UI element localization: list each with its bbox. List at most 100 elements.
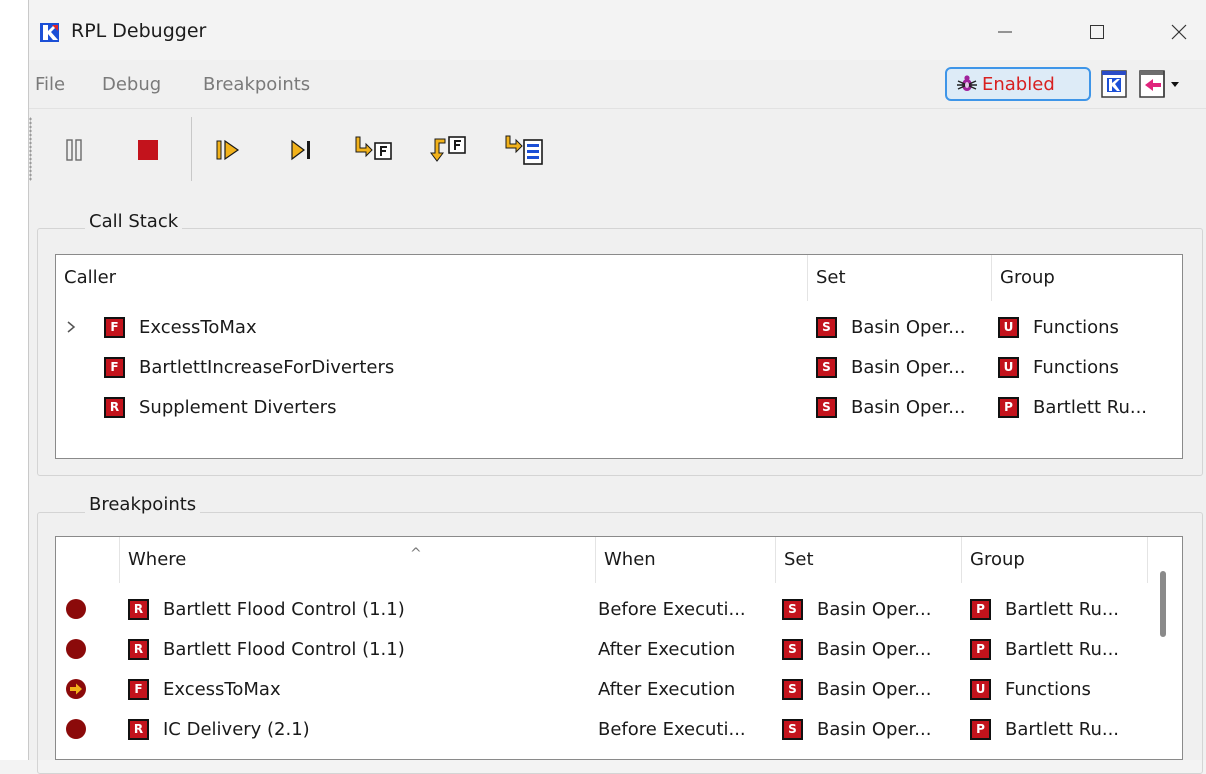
- breakpoint-group: Bartlett Ru...: [1005, 718, 1120, 740]
- stop-icon: [138, 140, 158, 160]
- menu-debug[interactable]: Debug: [102, 74, 161, 95]
- function-icon: F: [104, 316, 125, 338]
- chevron-right-icon[interactable]: [64, 307, 84, 347]
- utility-group-icon: U: [970, 678, 991, 700]
- breakpoints-table: ^ Where When Set Group R Bartlett Flood …: [55, 536, 1183, 760]
- rule-icon: R: [128, 638, 149, 660]
- breakpoint-stop-icon[interactable]: [66, 599, 86, 619]
- breakpoint-set: Basin Oper...: [817, 718, 932, 740]
- maximize-icon: [1090, 25, 1104, 39]
- call-stack-row[interactable]: F ExcessToMax S Basin Oper... U Function…: [56, 307, 1182, 347]
- breakpoint-where: IC Delivery (2.1): [163, 718, 310, 740]
- current-breakpoint-arrow-icon[interactable]: [66, 679, 86, 699]
- breakpoint-when: Before Executi...: [598, 598, 746, 620]
- continue-button[interactable]: [211, 133, 245, 167]
- menu-file[interactable]: File: [35, 74, 65, 95]
- background-edge: [0, 0, 28, 760]
- stop-button[interactable]: [131, 133, 165, 167]
- toolbar-separator: [191, 117, 192, 181]
- breakpoint-set: Basin Oper...: [817, 678, 932, 700]
- step-out-function-button[interactable]: [427, 133, 473, 167]
- close-icon: [1171, 24, 1187, 40]
- sort-ascending-icon: ^: [410, 546, 422, 562]
- function-icon: F: [104, 356, 125, 378]
- group-name: Bartlett Ru...: [1033, 396, 1148, 418]
- breakpoint-row[interactable]: F ExcessToMax After Execution S Basin Op…: [56, 669, 1182, 709]
- step-out-function-icon: [430, 136, 466, 162]
- maximize-button[interactable]: [1069, 14, 1125, 50]
- column-header-group[interactable]: Group: [992, 255, 1182, 301]
- window-title: RPL Debugger: [71, 20, 207, 42]
- policy-group-icon: P: [970, 638, 991, 660]
- column-header-where-label: Where: [128, 549, 187, 570]
- open-in-window-icon[interactable]: [1139, 68, 1183, 100]
- close-button[interactable]: [1151, 14, 1206, 50]
- call-stack-row[interactable]: F BartlettIncreaseForDiverters S Basin O…: [56, 347, 1182, 387]
- ruleset-icon: S: [816, 356, 837, 378]
- breakpoint-when: After Execution: [598, 638, 736, 660]
- column-header-state[interactable]: [56, 537, 120, 583]
- bug-icon: [957, 75, 977, 91]
- step-into-function-button[interactable]: [353, 133, 395, 167]
- pause-button[interactable]: [57, 133, 91, 167]
- caller-name: BartlettIncreaseForDiverters: [139, 356, 395, 378]
- minimize-icon: [998, 31, 1012, 33]
- group-name: Functions: [1033, 356, 1119, 378]
- breakpoint-when: Before Executi...: [598, 718, 746, 740]
- toolbar-grip[interactable]: [29, 117, 32, 181]
- riverware-logo-icon: [40, 23, 59, 42]
- policy-group-icon: P: [998, 396, 1019, 418]
- breakpoint-stop-icon[interactable]: [66, 719, 86, 739]
- continue-icon: [216, 139, 240, 161]
- breakpoint-set: Basin Oper...: [817, 598, 932, 620]
- ruleset-icon: S: [782, 638, 803, 660]
- breakpoints-label: Breakpoints: [85, 494, 201, 515]
- set-name: Basin Oper...: [851, 316, 966, 338]
- rule-icon: R: [128, 718, 149, 740]
- function-icon: F: [128, 678, 149, 700]
- enabled-label: Enabled: [982, 73, 1055, 95]
- column-header-where[interactable]: ^ Where: [120, 537, 596, 583]
- utility-group-icon: U: [998, 316, 1019, 338]
- step-over-icon: [505, 135, 543, 165]
- breakpoint-row[interactable]: R Bartlett Flood Control (1.1) Before Ex…: [56, 589, 1182, 629]
- pause-icon: [66, 139, 82, 161]
- caller-name: ExcessToMax: [139, 316, 257, 338]
- menu-breakpoints[interactable]: Breakpoints: [203, 74, 310, 95]
- breakpoint-row[interactable]: R IC Delivery (2.1) Before Executi... S …: [56, 709, 1182, 749]
- policy-group-icon: P: [970, 718, 991, 740]
- rpl-debugger-window: RPL Debugger File Debug Breakpoints Enab…: [28, 0, 1206, 774]
- column-header-set[interactable]: Set: [808, 255, 992, 301]
- step-icon: [291, 139, 310, 161]
- step-into-function-icon: [355, 136, 392, 160]
- breakpoint-where: ExcessToMax: [163, 678, 281, 700]
- minimize-button[interactable]: [977, 14, 1033, 50]
- step-button[interactable]: [285, 133, 319, 167]
- rule-icon: R: [128, 598, 149, 620]
- ruleset-icon: S: [782, 598, 803, 620]
- caller-name: Supplement Diverters: [139, 396, 337, 418]
- title-bar: RPL Debugger: [29, 0, 1206, 60]
- debugger-enabled-toggle[interactable]: Enabled: [945, 67, 1091, 101]
- step-over-button[interactable]: [503, 133, 547, 167]
- breakpoint-when: After Execution: [598, 678, 736, 700]
- set-name: Basin Oper...: [851, 356, 966, 378]
- rule-icon: R: [104, 396, 125, 418]
- breakpoint-where: Bartlett Flood Control (1.1): [163, 638, 405, 660]
- call-stack-table: Caller Set Group F ExcessToMax S Basin O…: [55, 254, 1183, 459]
- breakpoint-where: Bartlett Flood Control (1.1): [163, 598, 405, 620]
- column-header-caller[interactable]: Caller: [56, 255, 808, 301]
- call-stack-row[interactable]: R Supplement Diverters S Basin Oper... P…: [56, 387, 1182, 427]
- column-header-when[interactable]: When: [596, 537, 776, 583]
- set-name: Basin Oper...: [851, 396, 966, 418]
- group-name: Functions: [1033, 316, 1119, 338]
- ruleset-icon: S: [816, 396, 837, 418]
- column-header-set[interactable]: Set: [776, 537, 962, 583]
- breakpoint-group: Functions: [1005, 678, 1091, 700]
- call-stack-label: Call Stack: [85, 211, 183, 232]
- breakpoint-row[interactable]: R Bartlett Flood Control (1.1) After Exe…: [56, 629, 1182, 669]
- column-header-group[interactable]: Group: [962, 537, 1148, 583]
- breakpoint-group: Bartlett Ru...: [1005, 598, 1120, 620]
- rpl-set-icon[interactable]: [1101, 68, 1127, 100]
- breakpoint-stop-icon[interactable]: [66, 639, 86, 659]
